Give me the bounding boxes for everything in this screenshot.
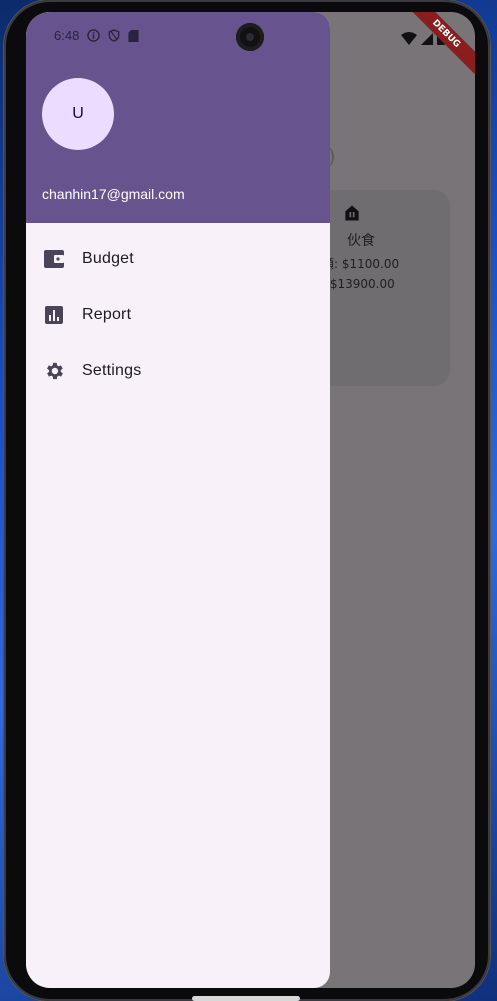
gesture-nav-handle[interactable]	[192, 996, 300, 1001]
shield-icon	[108, 29, 120, 42]
avatar[interactable]: U	[42, 78, 114, 150]
category-title: 伙食	[347, 232, 375, 248]
drawer-menu: Budget Report Settings	[26, 231, 330, 399]
phone-bezel: 伙食 預: $1100.00 : $13900.00 DEBUG 6:48 U …	[4, 0, 490, 1001]
menu-item-label: Budget	[82, 250, 134, 267]
category-budget: 預: $1100.00	[322, 257, 400, 271]
status-bar-left: 6:48	[54, 28, 139, 43]
signal-icon	[421, 33, 433, 45]
wallet-icon	[42, 247, 66, 271]
bar-chart-icon	[42, 303, 66, 327]
menu-item-report[interactable]: Report	[26, 287, 330, 343]
navigation-drawer: 6:48 U chanhin17@gmail.com Budget Report…	[26, 12, 330, 988]
menu-item-settings[interactable]: Settings	[26, 343, 330, 399]
screen: 伙食 預: $1100.00 : $13900.00 DEBUG 6:48 U …	[26, 12, 475, 988]
front-camera	[236, 23, 264, 51]
menu-item-label: Settings	[82, 362, 142, 379]
menu-item-budget[interactable]: Budget	[26, 231, 330, 287]
status-time: 6:48	[54, 28, 80, 43]
account-email: chanhin17@gmail.com	[42, 186, 185, 202]
gear-icon	[42, 359, 66, 383]
wifi-icon	[401, 32, 417, 45]
restaurant-icon	[345, 205, 359, 221]
drawer-header: 6:48 U chanhin17@gmail.com	[26, 12, 330, 223]
menu-item-label: Report	[82, 306, 132, 323]
sd-card-icon	[128, 29, 139, 42]
info-icon	[87, 29, 101, 42]
category-remaining: : $13900.00	[322, 277, 395, 291]
